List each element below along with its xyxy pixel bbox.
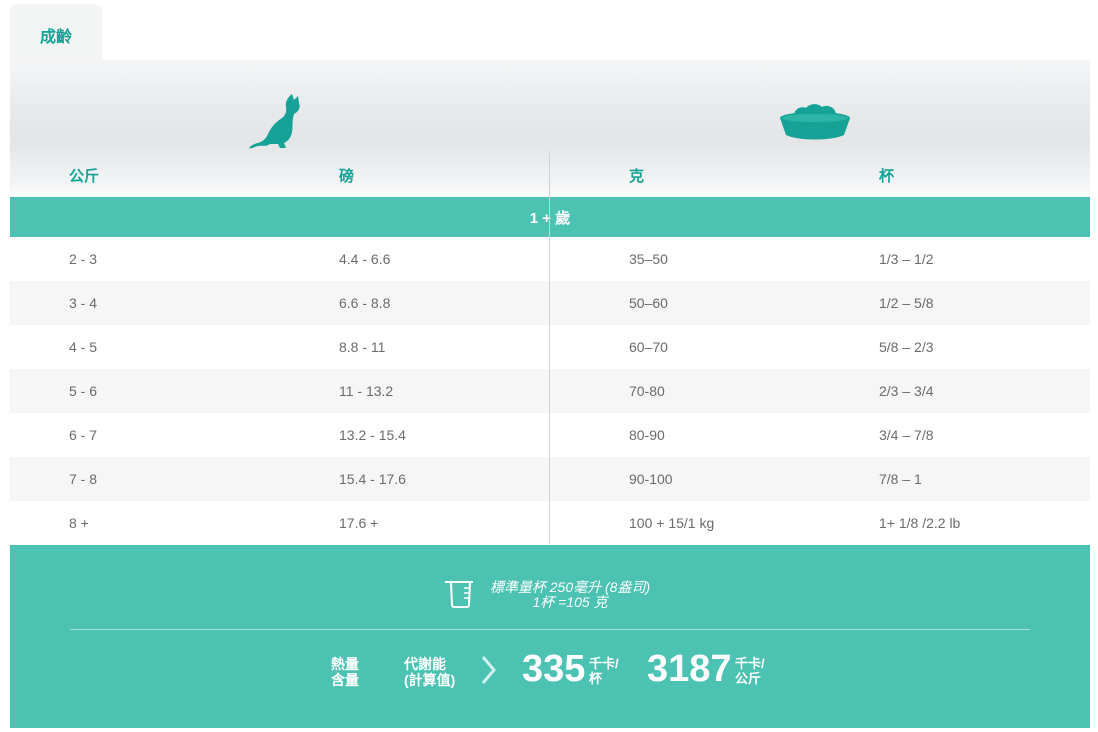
column-header-cup: 杯: [879, 168, 895, 185]
table-row: 3 - 4 6.6 - 8.8 50–60 1/2 – 5/8: [10, 281, 1090, 325]
table-row: 6 - 7 13.2 - 15.4 80-90 3/4 – 7/8: [10, 413, 1090, 457]
food-bowl-icon: [780, 104, 850, 140]
cell-kg: 4 - 5: [69, 339, 98, 355]
table-header: 公斤 磅 克 杯: [10, 60, 1090, 197]
cell-cup: 1+ 1/8 /2.2 lb: [879, 515, 961, 531]
cell-g: 80-90: [629, 427, 665, 443]
cell-g: 100 + 15/1 kg: [629, 515, 715, 531]
kcal-per-kg-unit-line2: 公斤: [735, 671, 762, 686]
footer-divider: [70, 629, 1030, 630]
metabolic-label-line2: (計算值): [404, 672, 456, 688]
cell-kg: 3 - 4: [69, 295, 98, 311]
cell-lb: 15.4 - 17.6: [339, 471, 406, 487]
column-divider: [549, 151, 550, 544]
cell-cup: 2/3 – 3/4: [879, 383, 934, 399]
cell-cup: 1/2 – 5/8: [879, 295, 934, 311]
measuring-cup-icon: [445, 581, 473, 608]
cell-g: 60–70: [629, 339, 668, 355]
cell-g: 70-80: [629, 383, 665, 399]
kcal-per-cup-unit: 千卡/ 杯: [589, 656, 619, 686]
kcal-per-cup-unit-line1: 千卡/: [589, 656, 619, 671]
cat-icon: [249, 94, 300, 149]
cell-g: 35–50: [629, 251, 668, 267]
chevron-right-icon: [481, 656, 496, 684]
table-row: 8 + 17.6 + 100 + 15/1 kg 1+ 1/8 /2.2 lb: [10, 501, 1090, 545]
calorie-footer: 標準量杯 250毫升 (8盎司) 1杯 =105 克 熱量 含量 代謝能 (計算…: [10, 545, 1090, 728]
table-row: 7 - 8 15.4 - 17.6 90-100 7/8 – 1: [10, 457, 1090, 501]
kcal-per-cup-value: 335: [522, 648, 586, 690]
kcal-per-kg-unit-line1: 千卡/: [735, 656, 765, 671]
cell-g: 90-100: [629, 471, 673, 487]
cell-lb: 8.8 - 11: [339, 339, 386, 355]
energy-label: 熱量 含量: [331, 656, 359, 688]
kcal-per-cup-unit-line2: 杯: [589, 671, 603, 686]
kcal-per-kg-value: 3187: [647, 648, 732, 690]
cell-lb: 13.2 - 15.4: [339, 427, 406, 443]
tab-adult[interactable]: 成齡: [10, 4, 102, 62]
feeding-table-body: 2 - 3 4.4 - 6.6 35–50 1/3 – 1/2 3 - 4 6.…: [10, 237, 1090, 545]
cell-kg: 7 - 8: [69, 471, 98, 487]
tab-label: 成齡: [40, 29, 73, 46]
cell-cup: 7/8 – 1: [879, 471, 922, 487]
cup-note-line2: 1杯 =105 克: [532, 594, 608, 610]
cup-note-line1: 標準量杯 250毫升 (8盎司): [489, 579, 651, 595]
cell-kg: 8 +: [69, 515, 89, 531]
cell-kg: 2 - 3: [69, 251, 98, 267]
cell-g: 50–60: [629, 295, 668, 311]
energy-label-line2: 含量: [331, 672, 359, 688]
metabolic-label: 代謝能 (計算值): [404, 656, 455, 688]
cell-lb: 6.6 - 8.8: [339, 295, 391, 311]
cell-kg: 6 - 7: [69, 427, 98, 443]
cell-lb: 11 - 13.2: [339, 383, 394, 399]
kcal-per-kg-unit: 千卡/ 公斤: [735, 656, 765, 686]
cup-note: 標準量杯 250毫升 (8盎司) 1杯 =105 克: [480, 580, 660, 610]
cell-lb: 17.6 +: [339, 515, 379, 531]
column-header-kg: 公斤: [69, 168, 100, 185]
cell-kg: 5 - 6: [69, 383, 98, 399]
table-row: 4 - 5 8.8 - 11 60–70 5/8 – 2/3: [10, 325, 1090, 369]
cell-cup: 1/3 – 1/2: [879, 251, 934, 267]
feeding-guide-panel: 公斤 磅 克 杯 1 + 歲 2 - 3 4.4 - 6.6 35–50 1/3…: [10, 60, 1090, 728]
age-band-header: 1 + 歲: [10, 197, 1090, 237]
cell-cup: 5/8 – 2/3: [879, 339, 934, 355]
table-row: 2 - 3 4.4 - 6.6 35–50 1/3 – 1/2: [10, 237, 1090, 281]
metabolic-label-line1: 代謝能: [404, 656, 446, 672]
column-header-lb: 磅: [339, 168, 355, 185]
table-row: 5 - 6 11 - 13.2 70-80 2/3 – 3/4: [10, 369, 1090, 413]
column-header-g: 克: [629, 168, 645, 185]
cell-lb: 4.4 - 6.6: [339, 251, 391, 267]
energy-label-line1: 熱量: [331, 656, 359, 672]
cell-cup: 3/4 – 7/8: [879, 427, 934, 443]
